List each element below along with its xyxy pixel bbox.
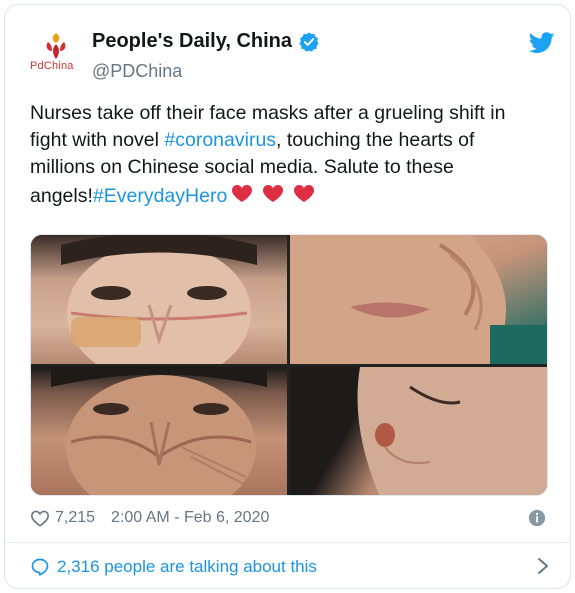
media-grid[interactable] bbox=[30, 234, 548, 496]
red-heart-emoji-icon bbox=[232, 185, 315, 202]
speech-bubble-icon bbox=[31, 558, 49, 576]
author-handle[interactable]: @PDChina bbox=[92, 61, 182, 82]
photo-nurse-bandaged-nose[interactable] bbox=[31, 235, 287, 364]
like-count: 7,215 bbox=[55, 509, 96, 526]
heart-outline-icon bbox=[30, 510, 50, 527]
tweet-meta: 7,215 2:00 AM - Feb 6, 2020 bbox=[30, 506, 546, 530]
hashtag-coronavirus[interactable]: #coronavirus bbox=[164, 129, 276, 151]
like-button[interactable]: 7,215 bbox=[30, 509, 95, 527]
pdchina-logo-mark bbox=[46, 33, 66, 59]
talking-count-text: 2,316 people are talking about this bbox=[57, 557, 317, 576]
divider bbox=[4, 542, 571, 543]
tweet-header: PdChina People's Daily, China @PDChina bbox=[30, 30, 550, 90]
logo-text: PdChina bbox=[30, 60, 74, 72]
tweet-timestamp[interactable]: 2:00 AM - Feb 6, 2020 bbox=[111, 509, 269, 527]
pdchina-logo[interactable]: PdChina bbox=[30, 32, 82, 80]
photo-illustration bbox=[61, 235, 257, 364]
chevron-right-icon bbox=[538, 558, 548, 574]
photo-nurse-nose-sore[interactable] bbox=[290, 367, 547, 495]
author-name-row[interactable]: People's Daily, China bbox=[92, 30, 320, 53]
conversation-link[interactable]: 2,316 people are talking about this bbox=[30, 554, 550, 580]
twitter-bird-icon[interactable] bbox=[529, 32, 555, 54]
verified-badge-icon bbox=[299, 31, 319, 52]
info-icon[interactable] bbox=[528, 509, 546, 527]
photo-nurse-mask-lines[interactable] bbox=[31, 367, 287, 495]
author-display-name[interactable]: People's Daily, China bbox=[92, 30, 292, 53]
hashtag-everydayhero[interactable]: #EverydayHero bbox=[93, 185, 227, 207]
photo-nurse-cheek-marks[interactable] bbox=[290, 235, 547, 364]
photo-illustration bbox=[357, 367, 547, 495]
heart-emojis bbox=[231, 181, 327, 213]
photo-illustration bbox=[290, 235, 547, 364]
tweet-text: Nurses take off their face masks after a… bbox=[30, 100, 540, 213]
photo-illustration bbox=[51, 367, 267, 495]
